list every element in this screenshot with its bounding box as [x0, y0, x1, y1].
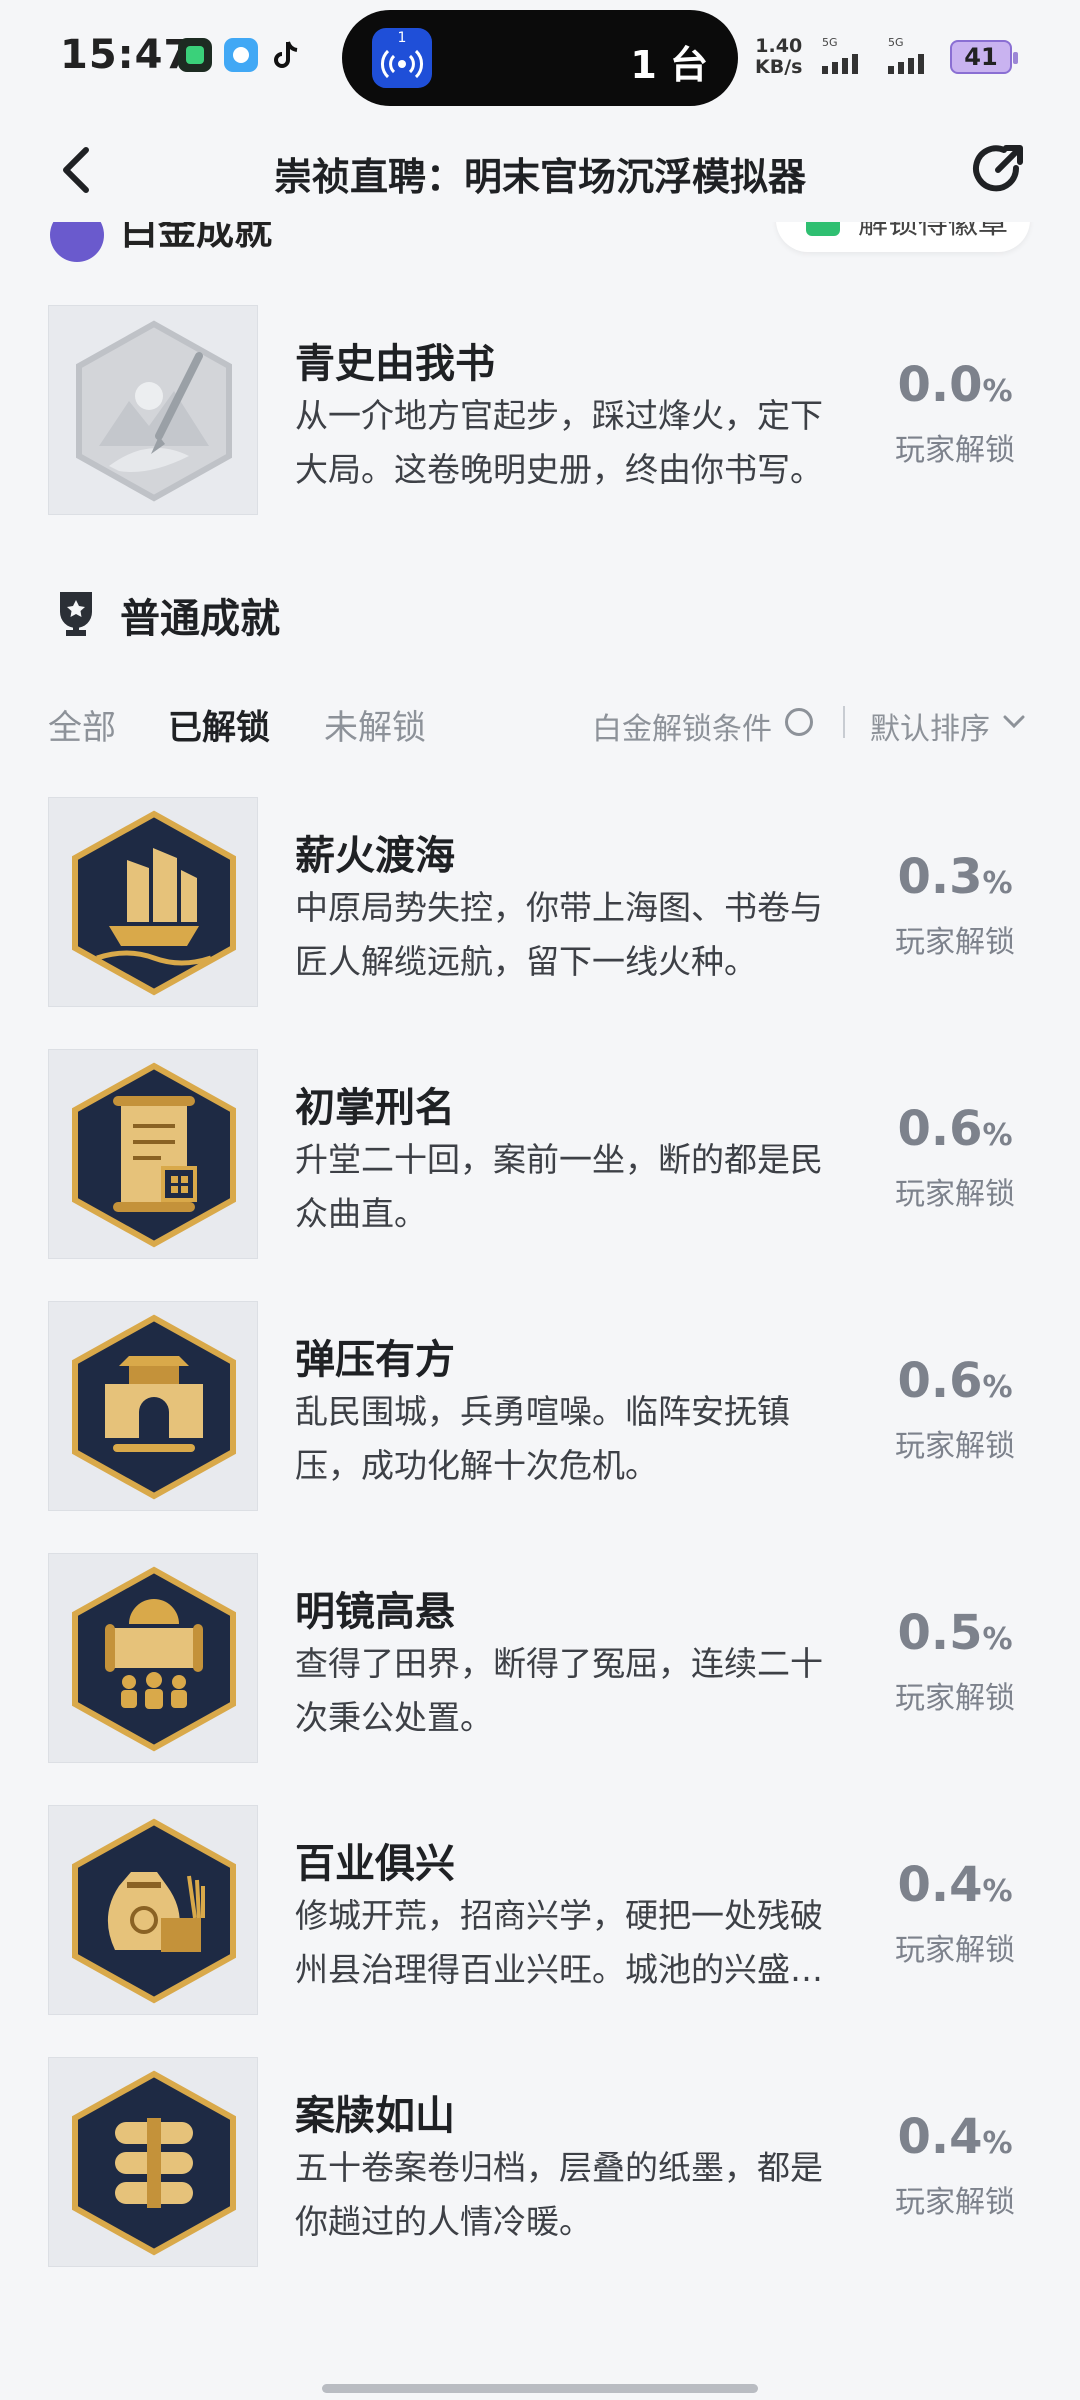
achievement-row[interactable]: 明镜高悬 查得了田界，断得了冤屈，连续二十次秉公处置。 0.5% 玩家解锁 — [0, 1553, 1080, 1763]
common-section-header: 普通成就 — [0, 576, 1080, 656]
platinum-condition-link[interactable]: 白金解锁条件 — [592, 704, 772, 748]
chevron-down-icon[interactable] — [1000, 708, 1028, 736]
signal-icon-2: 5G — [884, 36, 940, 80]
achievement-row[interactable]: 初掌刑名 升堂二十回，案前一坐，断的都是民众曲直。 0.6% 玩家解锁 — [0, 1049, 1080, 1259]
unlock-percent: 0.4% — [897, 2109, 1013, 2165]
achievement-row[interactable]: 百业俱兴 修城开荒，招商兴学，硬把一处残破州县治理得百业兴旺。城池的兴盛由你开创… — [0, 1805, 1080, 2015]
money-bag-icon — [48, 1805, 258, 2015]
unlock-percent: 0.0% — [897, 357, 1013, 413]
junk-ship-icon — [48, 797, 258, 1007]
info-circle-icon[interactable] — [785, 708, 813, 736]
achievement-title: 弹压有方 — [295, 1337, 455, 1383]
platinum-section-header: 白金成就 解锁得徽章 — [0, 222, 1080, 268]
notification-weather-icon — [224, 38, 258, 72]
achievement-row[interactable]: 薪火渡海 中原局势失控，你带上海图、书卷与匠人解缆远航，留下一线火种。 0.3%… — [0, 797, 1080, 1007]
unlock-percent-label: 玩家解锁 — [895, 433, 1015, 468]
common-section-title: 普通成就 — [120, 596, 280, 642]
tab-unlocked[interactable]: 已解锁 — [168, 700, 270, 749]
achievement-title: 初掌刑名 — [295, 1085, 455, 1131]
unlock-badge-chip[interactable]: 解锁得徽章 — [776, 222, 1030, 252]
signal-icon-1: 5G — [818, 36, 874, 80]
filter-bar: 全部 已解锁 未解锁 白金解锁条件 默认排序 — [0, 690, 1080, 760]
unlock-percent: 0.5% — [897, 1605, 1013, 1661]
brush-landscape-icon — [48, 305, 258, 515]
unlock-percent-label: 玩家解锁 — [895, 1177, 1015, 1212]
notification-app-icon-green — [178, 38, 212, 72]
stacked-scrolls-icon — [48, 2057, 258, 2267]
trophy-icon — [60, 592, 92, 636]
page-title: 崇祯直聘：明末官场沉浮模拟器 — [273, 155, 806, 199]
achievement-title: 明镜高悬 — [295, 1589, 455, 1635]
achievement-title: 百业俱兴 — [295, 1841, 455, 1887]
unlock-percent-label: 玩家解锁 — [895, 2185, 1015, 2220]
platinum-section-title: 白金成就 — [120, 222, 273, 253]
achievement-desc: 五十卷案卷归档，层叠的纸墨，都是你趟过的人情冷暖。 — [295, 2148, 823, 2241]
platinum-medal-icon — [50, 222, 104, 262]
unlock-percent: 0.4% — [897, 1857, 1013, 1913]
achievement-desc: 查得了田界，断得了冤屈，连续二十次秉公处置。 — [295, 1644, 823, 1737]
unlock-percent-label: 玩家解锁 — [895, 1933, 1015, 1968]
achievement-title: 青史由我书 — [295, 341, 495, 387]
tab-all[interactable]: 全部 — [48, 700, 116, 749]
achievement-desc: 从一介地方官起步，踩过烽火，定下大局。这卷晚明史册，终由你书写。 — [295, 396, 823, 489]
unlock-percent-label: 玩家解锁 — [895, 925, 1015, 960]
share-icon[interactable] — [966, 138, 1030, 202]
broadcast-icon: 1 — [372, 28, 432, 88]
divider — [843, 706, 845, 738]
tab-locked[interactable]: 未解锁 — [324, 700, 426, 749]
battery-icon: 41 — [950, 40, 1018, 74]
achievement-row[interactable]: 案牍如山 五十卷案卷归档，层叠的纸墨，都是你趟过的人情冷暖。 0.4% 玩家解锁 — [0, 2057, 1080, 2267]
achievement-title: 薪火渡海 — [295, 833, 455, 879]
achievement-desc: 升堂二十回，案前一坐，断的都是民众曲直。 — [295, 1140, 823, 1233]
achievement-desc: 乱民围城，兵勇喧噪。临阵安抚镇压，成功化解十次危机。 — [295, 1392, 790, 1485]
unlock-percent-label: 玩家解锁 — [895, 1429, 1015, 1464]
unlock-percent: 0.3% — [897, 849, 1013, 905]
dynamic-island[interactable]: 1 1 台 — [342, 10, 738, 106]
scroll-seal-icon — [48, 1049, 258, 1259]
unlock-percent: 0.6% — [897, 1101, 1013, 1157]
net-speed: 1.40 KB/s — [755, 35, 803, 78]
sun-scroll-people-icon — [48, 1553, 258, 1763]
home-indicator[interactable] — [322, 2384, 758, 2393]
nav-bar: 崇祯直聘：明末官场沉浮模拟器 — [0, 118, 1080, 222]
achievement-row[interactable]: 弹压有方 乱民围城，兵勇喧噪。临阵安抚镇压，成功化解十次危机。 0.6% 玩家解… — [0, 1301, 1080, 1511]
island-text: 1 台 — [630, 43, 708, 87]
platinum-achievement-row[interactable]: 青史由我书 从一介地方官起步，踩过烽火，定下大局。这卷晚明史册，终由你书写。 0… — [0, 305, 1080, 515]
status-bar: 15:47 1 1 台 1.40 KB/s 5G 5G 41 — [0, 0, 1080, 118]
city-gate-icon — [48, 1301, 258, 1511]
status-time: 15:47 — [60, 32, 193, 78]
unlock-percent: 0.6% — [897, 1353, 1013, 1409]
achievement-title: 案牍如山 — [295, 2093, 455, 2139]
achievement-desc: 修城开荒，招商兴学，硬把一处残破州县治理得百业兴旺。城池的兴盛由你开创。 — [295, 1896, 823, 1989]
tiktok-icon — [270, 38, 304, 72]
unlock-percent-label: 玩家解锁 — [895, 1681, 1015, 1716]
sort-dropdown[interactable]: 默认排序 — [870, 704, 990, 748]
badge-icon — [806, 222, 840, 236]
achievement-desc: 中原局势失控，你带上海图、书卷与匠人解缆远航，留下一线火种。 — [295, 888, 823, 981]
